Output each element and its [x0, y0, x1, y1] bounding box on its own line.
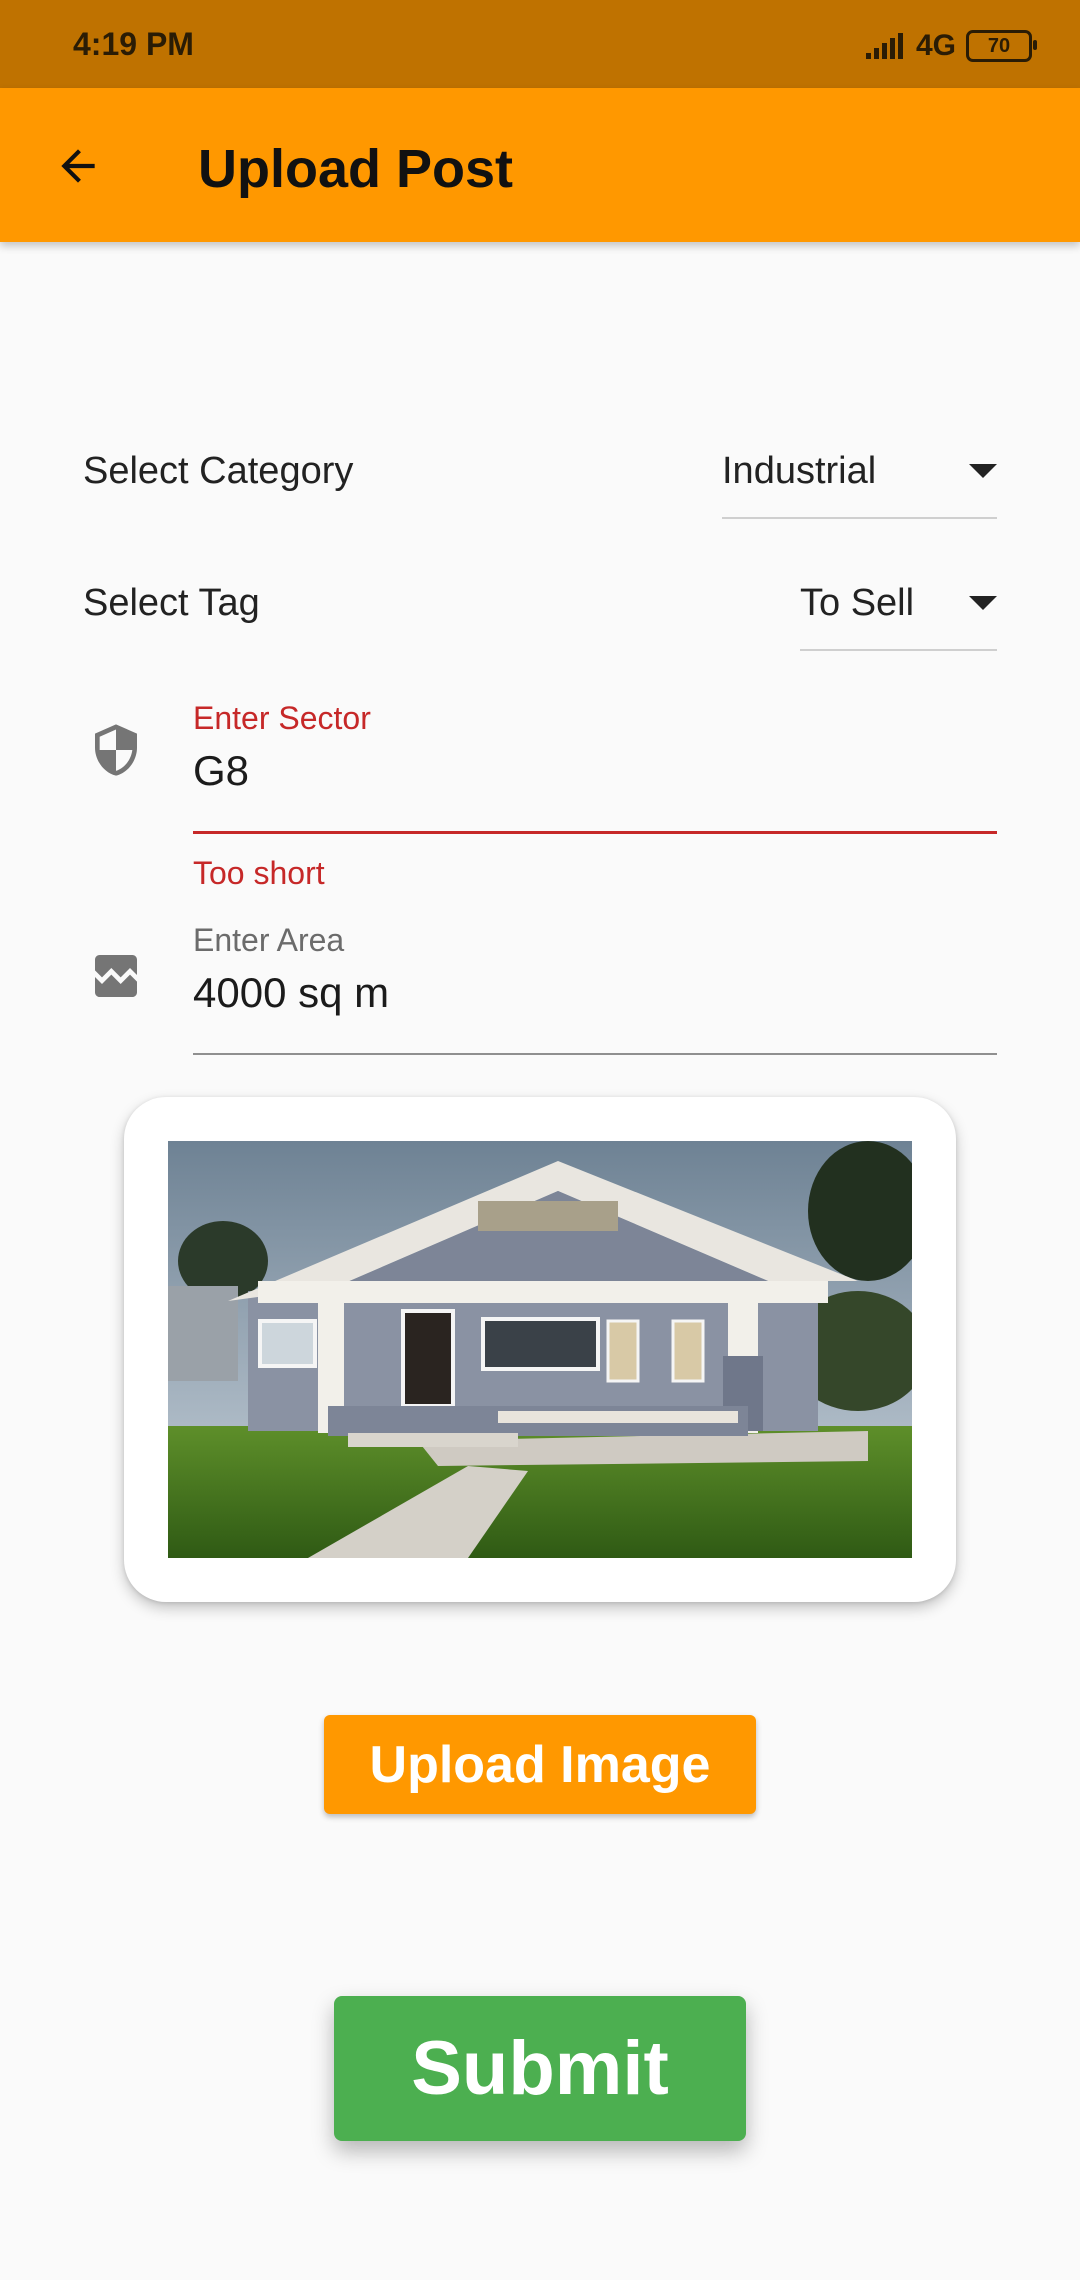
area-underline — [193, 1053, 997, 1055]
sector-label: Enter Sector — [193, 700, 371, 736]
shield-icon — [95, 724, 137, 776]
status-time: 4:19 PM — [73, 26, 194, 62]
sector-error: Too short — [193, 855, 325, 891]
signal-icon — [865, 33, 903, 59]
arrow-left-icon — [61, 149, 95, 183]
status-icons: 4G 70 — [864, 28, 1037, 64]
upload-image-button[interactable]: Upload Image — [324, 1715, 756, 1814]
status-bar: 4:19 PM 4G 70 — [0, 0, 1080, 88]
app-bar: Upload Post — [0, 88, 1080, 242]
sector-input[interactable]: G8 — [193, 747, 997, 795]
network-type: 4G — [915, 29, 956, 62]
area-field[interactable]: Enter Area 4000 sq m — [193, 922, 997, 1057]
back-button[interactable] — [44, 132, 112, 200]
sector-underline — [193, 831, 997, 834]
dropdown-caret-icon — [969, 596, 997, 610]
category-dropdown[interactable]: Industrial — [722, 425, 997, 519]
category-value: Industrial — [722, 449, 877, 492]
category-label: Select Category — [83, 450, 354, 492]
tag-dropdown[interactable]: To Sell — [800, 557, 997, 651]
landscape-icon — [95, 955, 137, 997]
tag-value: To Sell — [800, 581, 915, 624]
house-photo — [168, 1141, 912, 1558]
dropdown-caret-icon — [969, 464, 997, 478]
battery-icon: 70 — [966, 30, 1037, 62]
tag-label: Select Tag — [83, 582, 260, 624]
page-title: Upload Post — [198, 139, 514, 199]
battery-level: 70 — [987, 34, 1011, 57]
submit-button[interactable]: Submit — [334, 1996, 746, 2141]
house-image — [168, 1141, 912, 1558]
area-label: Enter Area — [193, 922, 345, 958]
image-preview-card — [124, 1097, 956, 1602]
sector-field[interactable]: Enter Sector G8 — [193, 700, 997, 835]
area-input[interactable]: 4000 sq m — [193, 969, 997, 1017]
